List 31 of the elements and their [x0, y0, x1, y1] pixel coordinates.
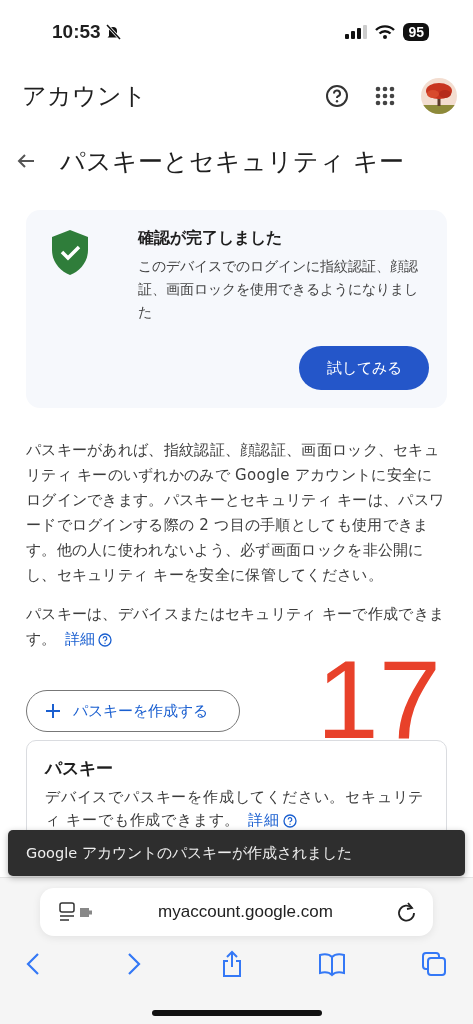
page-title: パスキーとセキュリティ キー: [60, 145, 404, 178]
app-title: アカウント: [22, 81, 147, 112]
avatar[interactable]: [421, 78, 457, 114]
description-text: パスキーは、デバイスまたはセキュリティ キーで作成できます。 詳細: [26, 602, 447, 652]
plus-icon: [45, 703, 61, 719]
shield-check-icon: [50, 228, 90, 276]
toast-message: Google アカウントのパスキーが作成されました: [8, 830, 465, 876]
learn-more-link[interactable]: 詳細: [248, 809, 297, 832]
passkey-card-title: パスキー: [45, 757, 114, 780]
address-bar[interactable]: myaccount.google.com: [40, 888, 433, 936]
help-icon: [98, 632, 113, 647]
reload-icon[interactable]: [395, 901, 417, 923]
muted-bell-icon: [104, 23, 121, 41]
try-button[interactable]: 試してみる: [299, 346, 429, 390]
wifi-icon: [375, 25, 396, 39]
description-text: パスキーがあれば、指紋認証、顔認証、画面ロック、セキュリティ キーのいずれかのみで Google アカウントに安全にログインできます。パスキーとセキュリティ キーは、パスワードでログインする際の 2 つ目の手順としても使用できます。他の人に使われないよう、必ず画面ロックを非公開にし、セキュリティ キーを安全に保管してください。: [26, 440, 446, 586]
help-icon: [282, 813, 297, 828]
status-time: 10:53: [52, 21, 101, 43]
bookmarks-icon[interactable]: [318, 950, 347, 978]
battery-level: 95: [403, 23, 429, 41]
create-passkey-button[interactable]: パスキーを作成する: [26, 690, 240, 732]
learn-more-link[interactable]: 詳細: [64, 627, 113, 652]
passkey-card-text: デバイスでパスキーを作成してください。セキュリティ キーでも作成できます。 詳細: [45, 786, 428, 832]
apps-grid-icon[interactable]: [375, 86, 395, 106]
annotation-number: 17: [316, 654, 441, 746]
verification-title: 確認が完了しました: [138, 228, 283, 249]
tabs-icon[interactable]: [421, 950, 447, 978]
signal-icon: [345, 25, 368, 39]
verification-message: このデバイスでのログインに指紋認証、顔認証、画面ロックを使用できるようになりました: [138, 257, 419, 322]
url-text: myaccount.google.com: [158, 902, 333, 922]
help-icon[interactable]: [325, 84, 349, 108]
